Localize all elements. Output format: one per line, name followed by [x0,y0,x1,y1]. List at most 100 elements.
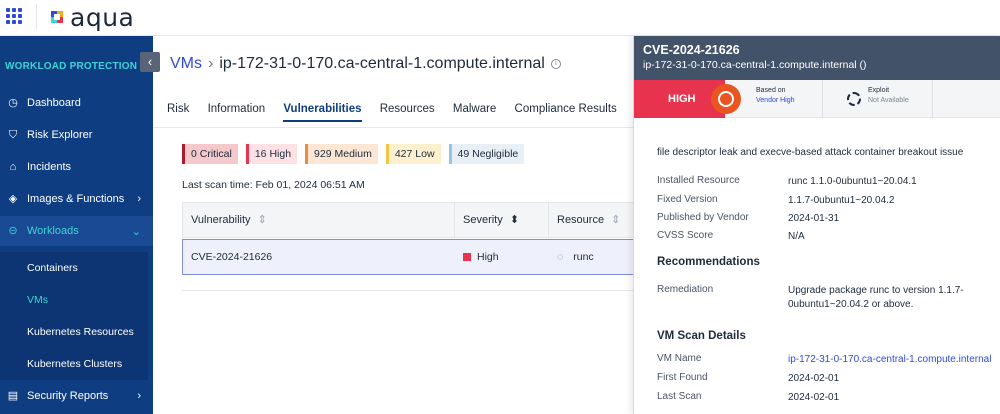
chevron-right-icon: › [137,390,141,402]
exploit-value: Not Available [868,97,909,104]
app-grid-icon[interactable] [6,8,22,24]
column-header-vulnerability[interactable]: Vulnerability ⇕ [183,203,455,238]
negligible-count-badge[interactable]: 49 Negligible [448,144,525,164]
detail-key: Last Scan [657,391,702,402]
chevron-right-icon: › [137,193,141,205]
tabs-divider [153,127,633,128]
dashboard-icon: ◷ [8,97,18,109]
panel-subtitle: ip-172-31-0-170.ca-central-1.compute.int… [643,59,867,71]
column-header-resource[interactable]: Resource ⇕ [549,203,643,238]
low-count-badge[interactable]: 427 Low [385,144,441,164]
column-header-severity[interactable]: Severity ⬍ [455,203,549,238]
sidebar-item-label: Workloads [27,225,79,237]
info-icon[interactable]: i [550,58,561,69]
sort-icon[interactable]: ⇕ [258,214,267,226]
divider [36,4,37,30]
sidebar-subitem-label: VMs [27,294,48,306]
recommendations-heading: Recommendations [657,256,760,268]
resource-cell: ◌ runc [549,240,594,274]
top-bar: aqua [0,0,1000,36]
tab-bar: Risk Information Vulnerabilities Resourc… [167,103,665,127]
cve-id-cell: CVE-2024-21626 [191,251,273,263]
sidebar-subitem-kubernetes-clusters[interactable]: Kubernetes Clusters [0,348,148,380]
sidebar-subitem-vms[interactable]: VMs [0,284,148,316]
collapse-sidebar-button[interactable]: ‹ [140,52,160,72]
sidebar-item-label: Incidents [27,161,72,173]
sidebar-item-label: Security Reports [27,390,109,402]
vulnerability-description: file descriptor leak and execve-based at… [657,147,964,158]
detail-key: CVSS Score [657,230,714,241]
aqua-logo-icon [51,11,63,23]
exploit-icon [847,92,861,106]
detail-key: Published by Vendor [657,212,749,223]
incidents-icon: ⌂ [9,161,17,173]
aqua-logo[interactable]: aqua [48,2,135,32]
column-label: Severity [463,214,503,226]
main-content: VMs › ip-172-31-0-170.ca-central-1.compute… [153,36,650,414]
vulnerabilities-table: Vulnerability ⇕ Severity ⬍ Resource ⇕ CV… [182,202,642,275]
breadcrumb-vms-link[interactable]: VMs [170,55,202,72]
severity-cell: High [455,240,499,274]
table-row[interactable]: CVE-2024-21626 High ◌ runc [182,239,642,275]
breadcrumb: VMs › ip-172-31-0-170.ca-central-1.compute… [170,55,561,73]
tab-risk[interactable]: Risk [167,103,189,120]
sidebar-item-risk-explorer[interactable]: ⛉ Risk Explorer [0,120,153,150]
detail-value: 2024-01-31 [788,213,840,224]
table-header: Vulnerability ⇕ Severity ⬍ Resource ⇕ [182,202,642,238]
sidebar-item-incidents[interactable]: ⌂ Incidents [0,152,153,182]
tab-compliance-results[interactable]: Compliance Results [515,103,617,120]
detail-value: N/A [788,231,805,242]
sort-desc-icon[interactable]: ⬍ [510,214,519,226]
sort-icon[interactable]: ⇕ [611,214,620,226]
panel-header: CVE-2024-21626 ip-172-31-0-170.ca-centra… [634,36,1000,80]
brand-name: aqua [70,2,135,32]
detail-value: 1.1.7-0ubuntu1~20.04.2 [788,195,895,206]
ubuntu-icon [711,84,741,114]
medium-count-badge[interactable]: 929 Medium [305,144,378,164]
severity-summary: 0 Critical 16 High 929 Medium 427 Low 49… [182,144,532,164]
layers-icon: ◈ [8,193,18,205]
workloads-icon: ⊝ [8,225,18,237]
based-on-label: Based on [756,87,786,94]
exploit-label: Exploit [868,87,890,94]
divider [932,80,933,118]
column-label: Vulnerability [191,214,251,226]
based-on-value: Vendor High [756,97,795,104]
based-on-block: Based on Vendor High [756,86,795,106]
detail-key: VM Name [657,353,702,364]
detail-key: Remediation [657,284,714,295]
sidebar: WORKLOAD PROTECTION ◷ Dashboard ⛉ Risk E… [0,36,153,414]
detail-value: 2024-02-01 [788,373,840,384]
sidebar-item-workloads[interactable]: ⊝ Workloads ⌄ [0,216,153,246]
sidebar-item-dashboard[interactable]: ◷ Dashboard [0,88,153,118]
exploit-block: Exploit Not Available [868,86,909,106]
detail-value: runc 1.1.0-0ubuntu1~20.04.1 [788,176,917,187]
tab-information[interactable]: Information [208,103,266,120]
sidebar-subitem-label: Containers [27,262,78,274]
critical-count-badge[interactable]: 0 Critical [182,144,238,164]
risk-explorer-icon: ⛉ [8,129,18,141]
column-label: Resource [557,214,605,226]
tab-vulnerabilities[interactable]: Vulnerabilities [283,103,362,122]
tab-resources[interactable]: Resources [380,103,435,120]
debian-icon: ◌ [557,251,564,263]
sidebar-item-label: Images & Functions [27,193,125,205]
tab-malware[interactable]: Malware [453,103,496,120]
sidebar-subitem-containers[interactable]: Containers [0,252,148,284]
detail-key: First Found [657,372,708,383]
sidebar-subitem-label: Kubernetes Clusters [27,358,123,370]
high-count-badge[interactable]: 16 High [245,144,298,164]
detail-key: Fixed Version [657,194,718,205]
sidebar-item-label: Dashboard [27,97,81,109]
detail-value: Upgrade package runc to version 1.1.7-0u… [788,285,964,310]
sidebar-item-images-functions[interactable]: ◈ Images & Functions › [0,184,153,214]
severity-high-indicator [463,253,471,262]
vm-name-link[interactable]: ip-172-31-0-170.ca-central-1.compute.int… [788,353,1000,367]
resource-label: runc [573,251,594,263]
last-scan-time: Last scan time: Feb 01, 2024 06:51 AM [182,179,365,191]
vm-scan-details-heading: VM Scan Details [657,330,746,342]
sidebar-item-security-reports[interactable]: ▤ Security Reports › [0,381,153,411]
reports-icon: ▤ [7,390,19,402]
sidebar-subitem-kubernetes-resources[interactable]: Kubernetes Resources [0,316,148,348]
detail-key: Installed Resource [657,175,740,186]
